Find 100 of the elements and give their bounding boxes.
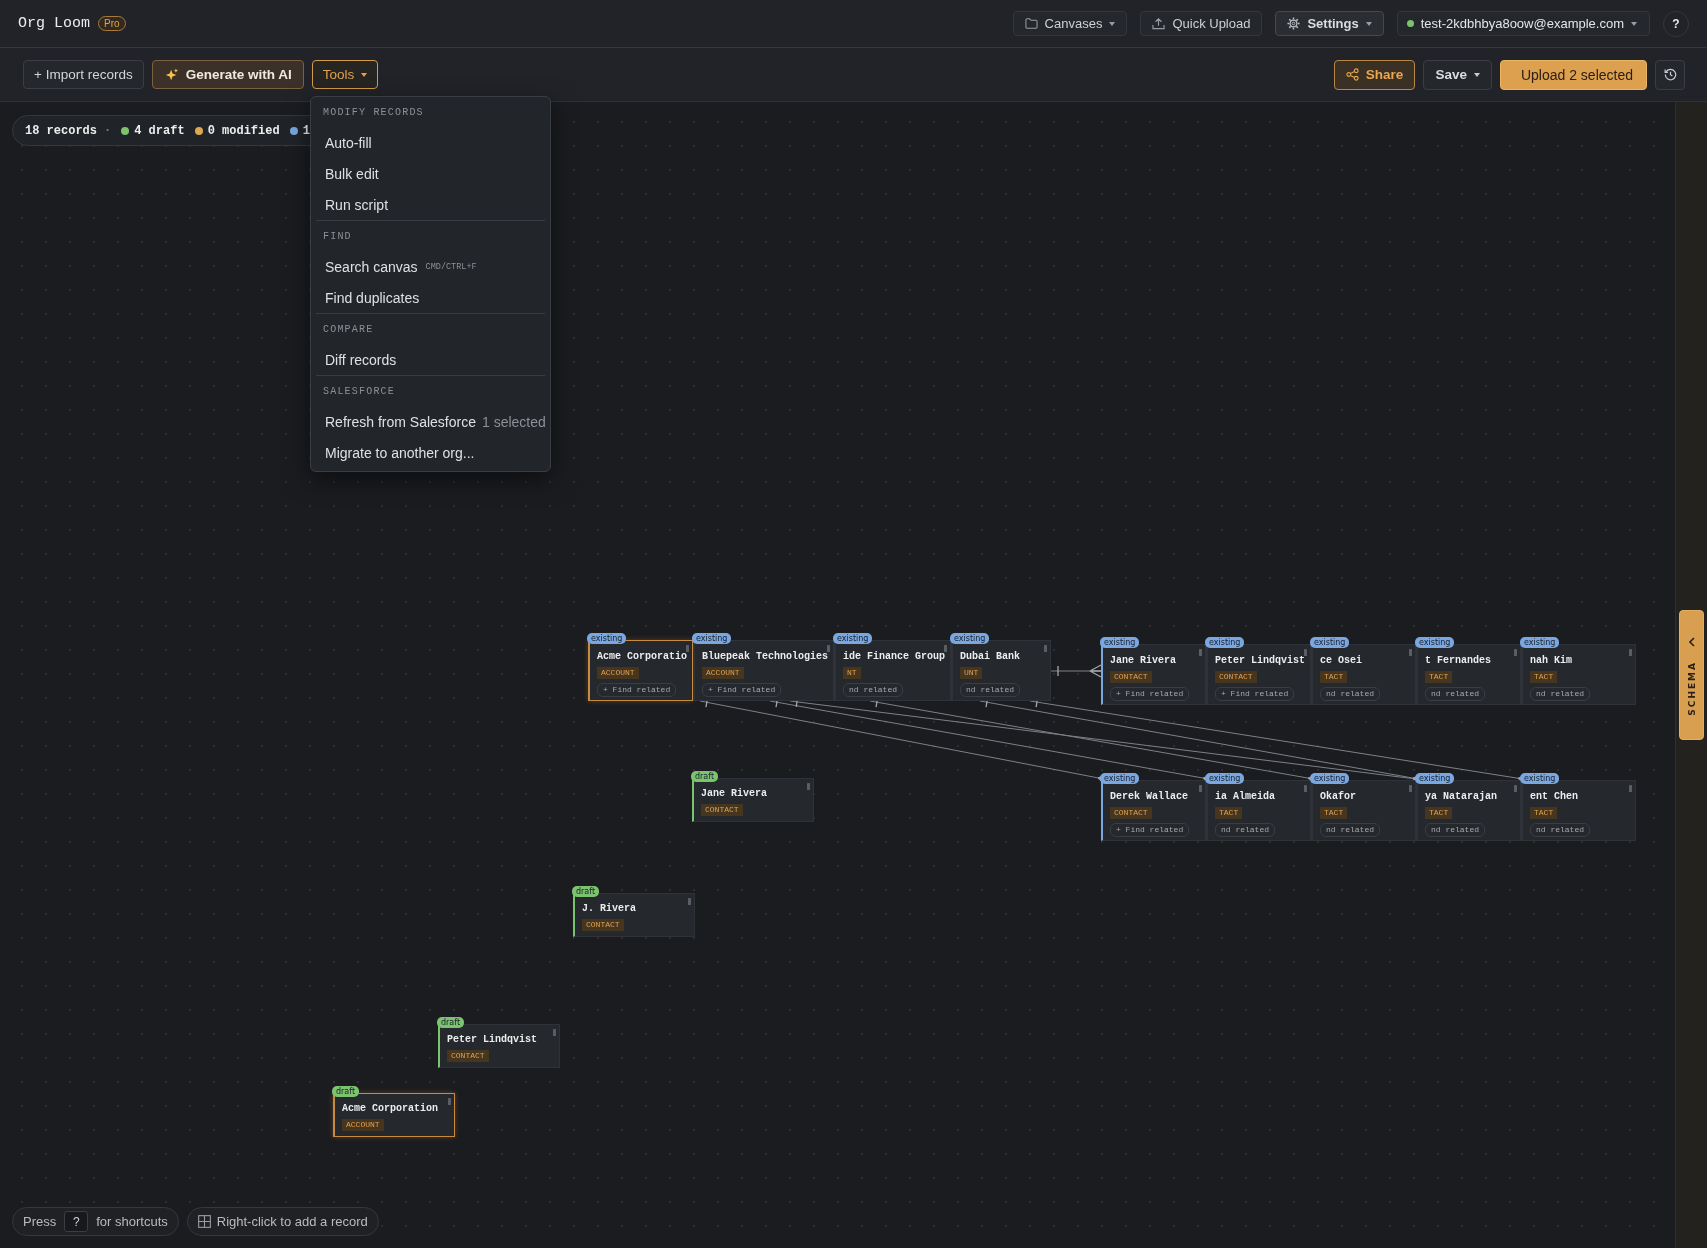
grip-icon[interactable] bbox=[1304, 649, 1307, 656]
grid-icon bbox=[197, 1215, 211, 1228]
find-related-chip[interactable]: + Find related bbox=[597, 683, 677, 697]
grip-icon[interactable] bbox=[807, 783, 810, 790]
grip-icon[interactable] bbox=[686, 645, 689, 652]
connector-line bbox=[1050, 664, 1102, 678]
share-button[interactable]: Share bbox=[1333, 59, 1416, 90]
menu-item[interactable]: Refresh from Salesforce 1 selected bbox=[316, 406, 545, 437]
menu-item[interactable]: Diff records bbox=[316, 344, 545, 375]
find-related-chip[interactable]: + Find related bbox=[1110, 823, 1190, 837]
status-badge: existing bbox=[1310, 637, 1350, 648]
status-badge: existing bbox=[1520, 773, 1560, 784]
separator-dot: · bbox=[104, 123, 112, 138]
upload-button[interactable]: Upload 2 selected bbox=[1499, 59, 1647, 90]
app-title: Org Loom bbox=[18, 15, 90, 32]
grip-icon[interactable] bbox=[1629, 649, 1632, 656]
find-related-chip[interactable]: nd related bbox=[1320, 823, 1380, 837]
find-related-chip[interactable]: nd related bbox=[1530, 823, 1590, 837]
find-related-chip[interactable]: nd related bbox=[960, 683, 1020, 697]
grip-icon[interactable] bbox=[1629, 785, 1632, 792]
menu-item[interactable]: Search canvas CMD/CTRL+F bbox=[316, 251, 545, 282]
status-badge: existing bbox=[692, 633, 732, 644]
grip-icon[interactable] bbox=[1409, 649, 1412, 656]
hint-text: Press bbox=[23, 1214, 57, 1229]
menu-item[interactable]: Auto-fill bbox=[316, 127, 545, 158]
record-title: J. Rivera bbox=[582, 903, 636, 915]
record-title: ide Finance Group bbox=[843, 651, 946, 663]
grip-icon[interactable] bbox=[448, 1098, 451, 1105]
help-button[interactable]: ? bbox=[1663, 10, 1689, 37]
record-type-tag: CONTACT bbox=[1110, 671, 1152, 683]
record-title: Acme Corporatio bbox=[597, 651, 687, 663]
status-badge: draft bbox=[691, 771, 719, 782]
grip-icon[interactable] bbox=[1199, 649, 1202, 656]
find-related-chip[interactable]: nd related bbox=[1215, 823, 1275, 837]
menu-item[interactable]: Bulk edit bbox=[316, 158, 545, 189]
grip-icon[interactable] bbox=[1514, 649, 1517, 656]
menu-section-heading: FIND bbox=[322, 230, 353, 244]
status-badge: existing bbox=[1205, 637, 1245, 648]
grip-icon[interactable] bbox=[1409, 785, 1412, 792]
find-related-chip[interactable]: + Find related bbox=[1110, 687, 1190, 701]
find-related-chip[interactable]: nd related bbox=[1425, 823, 1485, 837]
status-badge: existing bbox=[1520, 637, 1560, 648]
menu-section-heading: COMPARE bbox=[322, 323, 375, 337]
grip-icon[interactable] bbox=[944, 645, 947, 652]
record-type-tag: CONTACT bbox=[582, 919, 624, 931]
import-records-button[interactable]: + Import records bbox=[23, 60, 144, 89]
record-card[interactable]: Jane Rivera CONTACT bbox=[692, 778, 814, 822]
record-card[interactable]: Acme Corporation ACCOUNT bbox=[333, 1093, 455, 1137]
settings-button[interactable]: Settings bbox=[1275, 11, 1384, 36]
settings-icon bbox=[1287, 17, 1301, 30]
folder-icon bbox=[1024, 17, 1038, 30]
account-button[interactable]: test-2kdbhbya8oow@example.com bbox=[1396, 11, 1650, 36]
record-title: Jane Rivera bbox=[1110, 655, 1176, 667]
grip-icon[interactable] bbox=[1199, 785, 1202, 792]
record-type-tag: ACCOUNT bbox=[597, 667, 639, 679]
grip-icon[interactable] bbox=[1514, 785, 1517, 792]
menu-item[interactable]: Find duplicates bbox=[316, 282, 545, 313]
sparkle-icon bbox=[164, 67, 179, 82]
hint-text: Right-click to add a record bbox=[216, 1214, 368, 1229]
record-title: Jane Rivera bbox=[701, 788, 767, 800]
record-title: Peter Lindqvist bbox=[1215, 655, 1305, 667]
find-related-chip[interactable]: nd related bbox=[843, 683, 903, 697]
menu-section-heading: SALESFORCE bbox=[322, 385, 396, 399]
history-button[interactable] bbox=[1655, 59, 1685, 90]
grip-icon[interactable] bbox=[688, 898, 691, 905]
status-badge: draft bbox=[332, 1086, 360, 1097]
record-type-tag: CONTACT bbox=[1110, 807, 1152, 819]
record-type-tag: UNT bbox=[960, 667, 983, 679]
record-title: ia Almeida bbox=[1215, 791, 1275, 803]
record-type-tag: CONTACT bbox=[447, 1050, 489, 1062]
quick-upload-button[interactable]: Quick Upload bbox=[1140, 11, 1263, 36]
grip-icon[interactable] bbox=[1044, 645, 1047, 652]
generate-ai-button[interactable]: Generate with AI bbox=[151, 60, 304, 89]
find-related-chip[interactable]: nd related bbox=[1530, 687, 1590, 701]
find-related-chip[interactable]: nd related bbox=[1320, 687, 1380, 701]
record-count: 18 records bbox=[25, 123, 97, 138]
record-card[interactable]: J. Rivera CONTACT bbox=[573, 893, 695, 937]
status-badge: existing bbox=[1310, 773, 1350, 784]
save-button[interactable]: Save bbox=[1423, 59, 1492, 90]
record-title: ent Chen bbox=[1530, 791, 1578, 803]
find-related-chip[interactable]: + Find related bbox=[702, 683, 782, 697]
status-badge: draft bbox=[437, 1017, 465, 1028]
schema-tab[interactable]: SCHEMA bbox=[1679, 610, 1704, 740]
record-title: ce Osei bbox=[1320, 655, 1362, 667]
find-related-chip[interactable]: nd related bbox=[1425, 687, 1485, 701]
tools-button[interactable]: Tools bbox=[311, 60, 379, 89]
grip-icon[interactable] bbox=[827, 645, 830, 652]
record-card[interactable]: Peter Lindqvist CONTACT bbox=[438, 1024, 560, 1068]
menu-item[interactable]: Run script bbox=[316, 189, 545, 220]
menu-item[interactable]: Migrate to another org... bbox=[316, 437, 545, 468]
status-count: 1 bbox=[302, 123, 310, 138]
share-icon bbox=[1345, 68, 1359, 81]
record-title: Dubai Bank bbox=[960, 651, 1020, 663]
menu-section-heading: MODIFY RECORDS bbox=[322, 106, 425, 120]
grip-icon[interactable] bbox=[1304, 785, 1307, 792]
grip-icon[interactable] bbox=[553, 1029, 556, 1036]
find-related-chip[interactable]: + Find related bbox=[1215, 687, 1295, 701]
record-type-tag: ACCOUNT bbox=[342, 1119, 384, 1131]
canvases-button[interactable]: Canvases bbox=[1012, 11, 1128, 36]
record-title: Derek Wallace bbox=[1110, 791, 1188, 803]
